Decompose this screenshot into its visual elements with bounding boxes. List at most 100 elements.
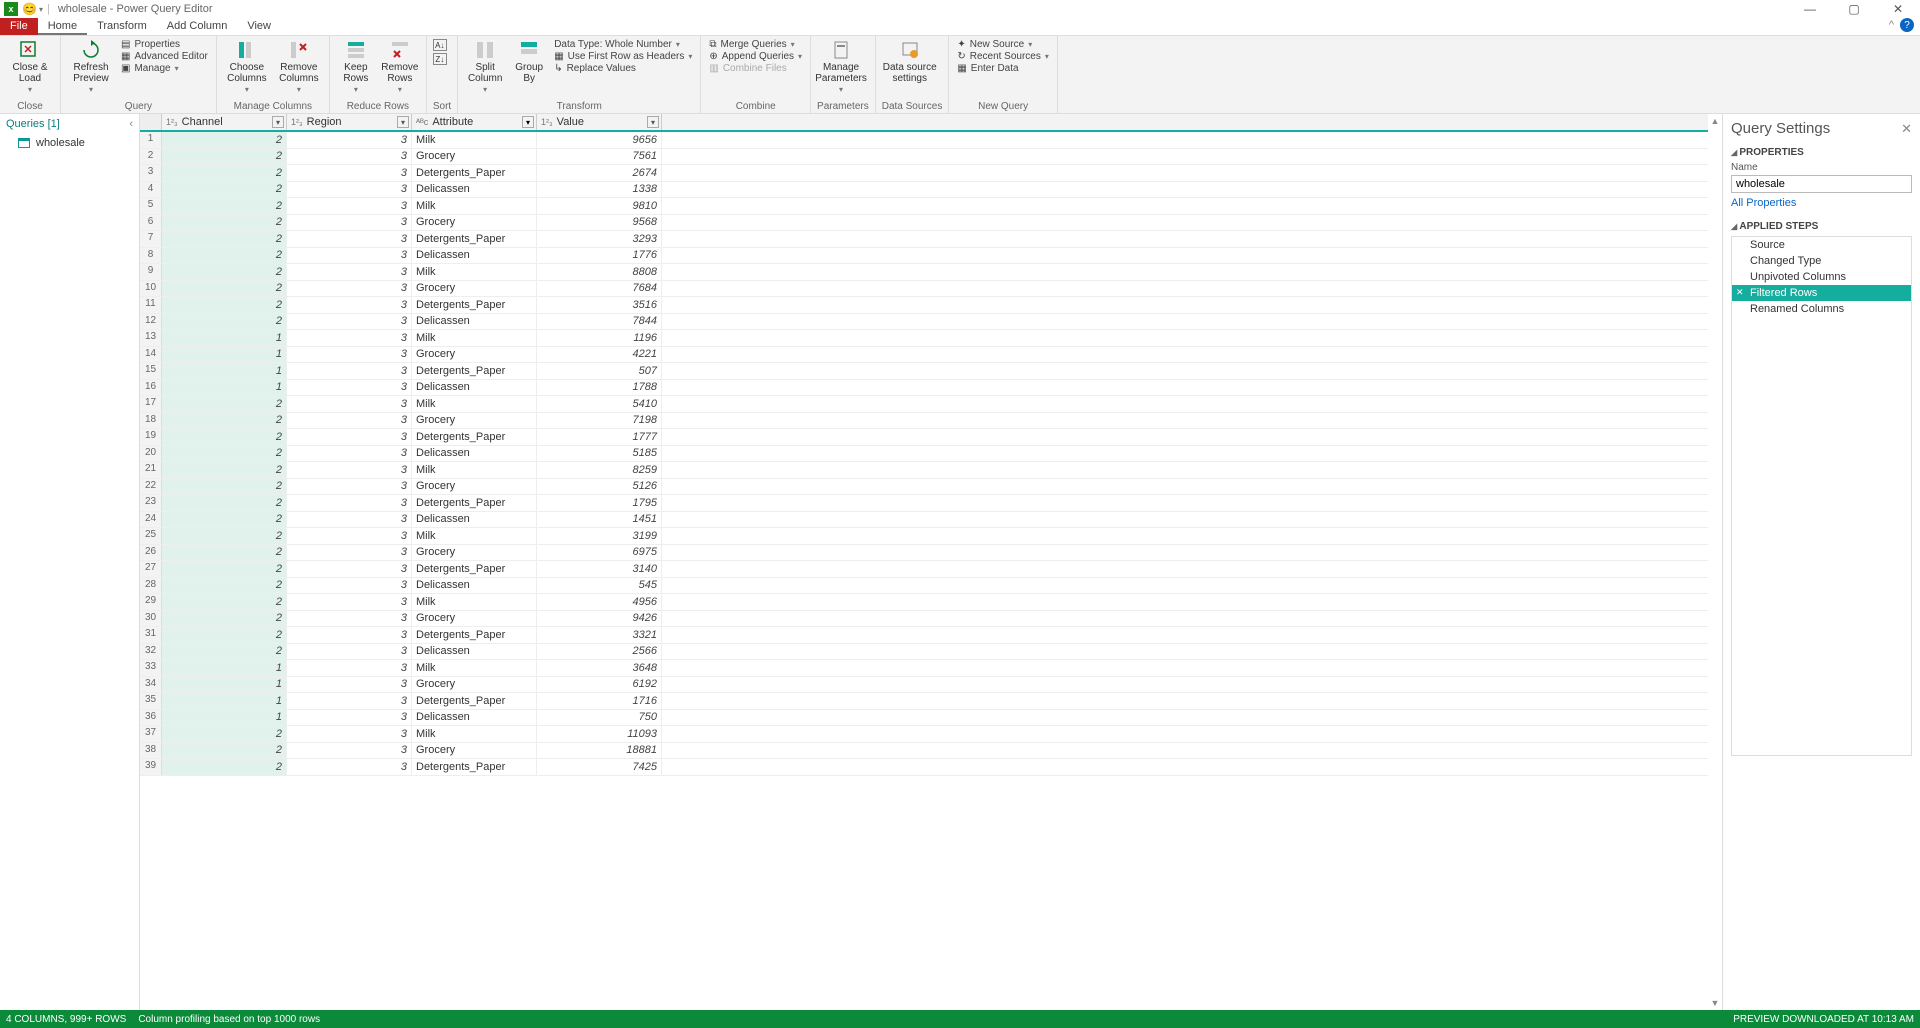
table-row[interactable]: 3823Grocery18881 [140, 743, 1708, 760]
cell-region[interactable]: 3 [287, 644, 412, 660]
cell-attribute[interactable]: Grocery [412, 149, 537, 165]
cell-attribute[interactable]: Grocery [412, 677, 537, 693]
table-options-button[interactable] [140, 114, 162, 130]
cell-value[interactable]: 2566 [537, 644, 662, 660]
table-row[interactable]: 2723Detergents_Paper3140 [140, 561, 1708, 578]
cell-attribute[interactable]: Delicassen [412, 710, 537, 726]
cell-region[interactable]: 3 [287, 314, 412, 330]
cell-value[interactable]: 8259 [537, 462, 662, 478]
table-row[interactable]: 1513Detergents_Paper507 [140, 363, 1708, 380]
table-row[interactable]: 2823Delicassen545 [140, 578, 1708, 595]
cell-value[interactable]: 2674 [537, 165, 662, 181]
cell-value[interactable]: 3321 [537, 627, 662, 643]
cell-region[interactable]: 3 [287, 512, 412, 528]
close-load-button[interactable]: Close & Load [6, 39, 54, 95]
cell-region[interactable]: 3 [287, 627, 412, 643]
cell-attribute[interactable]: Delicassen [412, 446, 537, 462]
recent-sources-button[interactable]: ↻Recent Sources [955, 51, 1051, 62]
cell-attribute[interactable]: Grocery [412, 215, 537, 231]
cell-channel[interactable]: 2 [162, 248, 287, 264]
cell-region[interactable]: 3 [287, 545, 412, 561]
cell-value[interactable]: 7684 [537, 281, 662, 297]
cell-channel[interactable]: 2 [162, 396, 287, 412]
cell-attribute[interactable]: Delicassen [412, 578, 537, 594]
cell-region[interactable]: 3 [287, 330, 412, 346]
data-type-button[interactable]: Data Type: Whole Number [552, 39, 694, 50]
cell-channel[interactable]: 2 [162, 446, 287, 462]
cell-region[interactable]: 3 [287, 215, 412, 231]
cell-value[interactable]: 18881 [537, 743, 662, 759]
cell-region[interactable]: 3 [287, 363, 412, 379]
cell-region[interactable]: 3 [287, 182, 412, 198]
manage-parameters-button[interactable]: Manage Parameters [817, 39, 865, 95]
cell-attribute[interactable]: Milk [412, 198, 537, 214]
table-row[interactable]: 823Delicassen1776 [140, 248, 1708, 265]
cell-channel[interactable]: 2 [162, 561, 287, 577]
cell-region[interactable]: 3 [287, 446, 412, 462]
applied-step[interactable]: Source [1732, 237, 1911, 253]
cell-attribute[interactable]: Delicassen [412, 644, 537, 660]
cell-channel[interactable]: 2 [162, 429, 287, 445]
close-settings-button[interactable]: ✕ [1901, 121, 1912, 137]
remove-rows-button[interactable]: Remove Rows [380, 39, 420, 95]
cell-value[interactable]: 1776 [537, 248, 662, 264]
cell-attribute[interactable]: Delicassen [412, 314, 537, 330]
cell-channel[interactable]: 2 [162, 627, 287, 643]
table-row[interactable]: 2923Milk4956 [140, 594, 1708, 611]
column-header-attribute[interactable]: ᴬᴮcAttribute▾ [412, 114, 537, 130]
column-header-value[interactable]: 1²₃Value▾ [537, 114, 662, 130]
manage-button[interactable]: ▣Manage [119, 63, 210, 74]
cell-region[interactable]: 3 [287, 710, 412, 726]
split-column-button[interactable]: Split Column [464, 39, 506, 95]
cell-value[interactable]: 545 [537, 578, 662, 594]
cell-region[interactable]: 3 [287, 693, 412, 709]
cell-attribute[interactable]: Grocery [412, 413, 537, 429]
cell-channel[interactable]: 2 [162, 149, 287, 165]
maximize-button[interactable]: ▢ [1836, 0, 1872, 18]
cell-region[interactable]: 3 [287, 578, 412, 594]
filter-dropdown-icon[interactable]: ▾ [272, 116, 284, 128]
cell-channel[interactable]: 2 [162, 297, 287, 313]
cell-attribute[interactable]: Milk [412, 528, 537, 544]
cell-value[interactable]: 1196 [537, 330, 662, 346]
collapse-queries-icon[interactable]: ‹ [129, 118, 133, 130]
vertical-scrollbar[interactable]: ▲ ▼ [1708, 114, 1722, 1010]
sort-asc-button[interactable]: A↓ [433, 39, 447, 51]
table-row[interactable]: 423Delicassen1338 [140, 182, 1708, 199]
cell-attribute[interactable]: Delicassen [412, 512, 537, 528]
cell-channel[interactable]: 2 [162, 759, 287, 775]
cell-value[interactable]: 4956 [537, 594, 662, 610]
query-item-wholesale[interactable]: wholesale [0, 134, 139, 152]
cell-region[interactable]: 3 [287, 198, 412, 214]
cell-attribute[interactable]: Detergents_Paper [412, 297, 537, 313]
cell-value[interactable]: 1338 [537, 182, 662, 198]
table-row[interactable]: 1823Grocery7198 [140, 413, 1708, 430]
cell-attribute[interactable]: Grocery [412, 347, 537, 363]
cell-value[interactable]: 6975 [537, 545, 662, 561]
cell-value[interactable]: 1788 [537, 380, 662, 396]
cell-region[interactable]: 3 [287, 594, 412, 610]
table-row[interactable]: 2023Delicassen5185 [140, 446, 1708, 463]
cell-value[interactable]: 3199 [537, 528, 662, 544]
cell-attribute[interactable]: Milk [412, 396, 537, 412]
applied-step[interactable]: Renamed Columns [1732, 301, 1911, 317]
applied-step[interactable]: Unpivoted Columns [1732, 269, 1911, 285]
scroll-up-icon[interactable]: ▲ [1708, 114, 1722, 128]
cell-value[interactable]: 7425 [537, 759, 662, 775]
cell-region[interactable]: 3 [287, 248, 412, 264]
cell-channel[interactable]: 2 [162, 198, 287, 214]
cell-attribute[interactable]: Detergents_Paper [412, 495, 537, 511]
minimize-button[interactable]: — [1792, 0, 1828, 18]
cell-value[interactable]: 4221 [537, 347, 662, 363]
all-properties-link[interactable]: All Properties [1731, 197, 1912, 209]
cell-attribute[interactable]: Milk [412, 330, 537, 346]
cell-channel[interactable]: 1 [162, 710, 287, 726]
cell-region[interactable]: 3 [287, 231, 412, 247]
table-row[interactable]: 723Detergents_Paper3293 [140, 231, 1708, 248]
group-by-button[interactable]: Group By [510, 39, 548, 84]
new-source-button[interactable]: ✦New Source [955, 39, 1051, 50]
cell-attribute[interactable]: Detergents_Paper [412, 627, 537, 643]
cell-region[interactable]: 3 [287, 479, 412, 495]
cell-value[interactable]: 3516 [537, 297, 662, 313]
cell-channel[interactable]: 2 [162, 743, 287, 759]
